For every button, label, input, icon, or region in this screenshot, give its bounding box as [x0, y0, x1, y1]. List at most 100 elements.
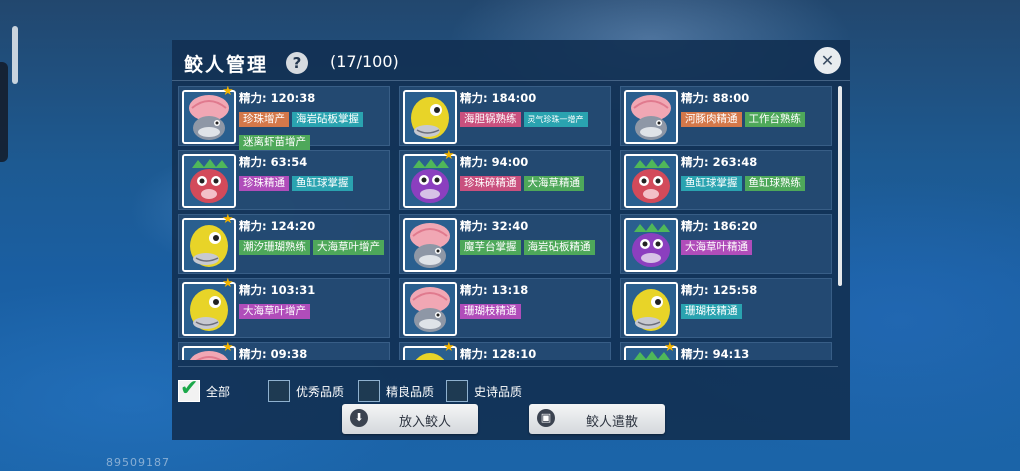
filter-checkbox[interactable]: ✔: [178, 376, 200, 402]
filter-label: 精良品质: [386, 385, 435, 399]
skill-tags: 魔芋台掌握 海岩砧板精通: [460, 235, 610, 258]
question-icon[interactable]: ?: [286, 52, 308, 74]
filter-label: 史诗品质: [474, 385, 523, 399]
star-icon: ★: [222, 86, 234, 99]
merfolk-avatar: [624, 282, 678, 336]
energy-value: 精力: 09:38: [239, 347, 308, 360]
skill-tag: 海岩砧板精通: [523, 240, 595, 255]
skill-tags: 河豚肉精通 工作台熟练: [681, 107, 831, 130]
energy-value: 精力: 94:13: [681, 347, 750, 360]
skill-tags: 潮汐珊瑚熟练 大海草叶增产: [239, 235, 389, 258]
merfolk-card[interactable]: 精力: 263:48 鱼缸球掌握 鱼缸球熟练: [620, 150, 832, 210]
merfolk-card[interactable]: ★ 精力: 94:00 珍珠碎精通 大海草精通: [399, 149, 611, 210]
energy-value: 精力: 120:38: [239, 91, 316, 105]
merfolk-card[interactable]: 精力: 32:40 魔芋台掌握 海岩砧板精通: [399, 214, 611, 274]
energy-value: 精力: 88:00: [681, 91, 750, 105]
close-icon[interactable]: ✕: [814, 47, 841, 74]
merfolk-avatar: [624, 218, 678, 272]
energy-value: 精力: 125:58: [681, 283, 758, 297]
skill-tags: 海胆锅熟练 灵气珍珠一增产: [460, 107, 610, 130]
merfolk-avatar: [624, 154, 678, 208]
skill-tag: 海胆锅熟练: [460, 112, 521, 127]
star-icon: ★: [222, 212, 234, 227]
skill-tag: 大海草叶增产: [239, 304, 310, 319]
skill-tag: 大海草叶增产: [313, 240, 384, 255]
merfolk-grid: ★ 精力: 120:38 珍珠增产 海岩砧板掌握迷离虾苗增产 精力: 184:00 海胆锅…: [178, 86, 834, 360]
skill-tag: 大海草叶精通: [681, 240, 752, 255]
skill-tag: 工作台熟练: [744, 112, 805, 127]
dismiss-label: 鲛人遣散: [585, 415, 638, 430]
merfolk-card[interactable]: ★ 精力: 124:20 潮汐珊瑚熟练 大海草叶增产: [178, 212, 390, 274]
panel-header: 鲛人管理 ? (17/100) ✕: [172, 40, 850, 81]
energy-value: 精力: 263:48: [681, 155, 758, 169]
panel-title: 鲛人管理: [184, 54, 269, 76]
skill-tag: 河豚肉精通: [681, 112, 742, 127]
filter-label: 优秀品质: [296, 385, 345, 399]
merfolk-card[interactable]: 精力: 88:00 河豚肉精通 工作台熟练: [620, 86, 832, 146]
skill-tag: 灵气珍珠一增产: [523, 112, 588, 127]
merfolk-card[interactable]: 精力: 125:58 珊瑚枝精通: [620, 278, 832, 338]
merfolk-card[interactable]: 精力: 184:00 海胆锅熟练 灵气珍珠一增产: [399, 86, 611, 146]
merfolk-card[interactable]: ★ 精力: 94:13: [620, 341, 832, 360]
skill-tag: 珊瑚枝精通: [681, 304, 742, 319]
skill-tag: 鱼缸球熟练: [744, 176, 805, 191]
merfolk-avatar: [403, 282, 457, 336]
skill-tags: 珊瑚枝精通: [681, 299, 831, 322]
skill-tag: 潮汐珊瑚熟练: [239, 240, 310, 255]
skill-tags: 珍珠增产 海岩砧板掌握迷离虾苗增产: [239, 107, 389, 153]
energy-value: 精力: 13:18: [460, 283, 529, 297]
skill-tags: 珊瑚枝精通: [460, 299, 610, 322]
put-in-button[interactable]: ⬇ 放入鲛人: [342, 404, 478, 434]
star-icon: ★: [222, 276, 234, 291]
put-in-label: 放入鲛人: [398, 415, 451, 430]
grid-scrollbar[interactable]: [838, 86, 842, 286]
energy-value: 精力: 186:20: [681, 219, 758, 233]
skill-tags: 珍珠碎精通 大海草精通: [460, 171, 610, 194]
merfolk-avatar: [403, 218, 457, 272]
energy-value: 精力: 128:10: [460, 347, 537, 360]
download-icon: ⬇: [350, 409, 368, 427]
energy-value: 精力: 124:20: [239, 219, 316, 233]
skill-tag: 珍珠精通: [239, 176, 289, 191]
player-id: 89509187: [106, 456, 170, 469]
energy-value: 精力: 63:54: [239, 155, 308, 169]
merfolk-card[interactable]: ★ 精力: 09:38: [178, 340, 390, 360]
merfolk-avatar: [624, 90, 678, 144]
skill-tags: 大海草叶增产: [239, 299, 389, 322]
skill-tag: 鱼缸球掌握: [292, 176, 353, 191]
dismiss-button[interactable]: ▣ 鲛人遣散: [529, 404, 665, 434]
merfolk-card[interactable]: 精力: 13:18 珊瑚枝精通: [399, 278, 611, 338]
energy-value: 精力: 94:00: [460, 155, 529, 169]
merfolk-card[interactable]: ★ 精力: 103:31 大海草叶增产: [178, 276, 390, 338]
side-notch: [0, 62, 8, 162]
filter-checkbox[interactable]: [268, 380, 290, 402]
merfolk-card[interactable]: ★ 精力: 120:38 珍珠增产 海岩砧板掌握迷离虾苗增产: [178, 86, 390, 150]
filter-checkbox[interactable]: [358, 380, 380, 402]
box-icon: ▣: [537, 409, 555, 427]
merfolk-card[interactable]: 精力: 186:20 大海草叶精通: [620, 214, 832, 274]
skill-tag: 鱼缸球掌握: [681, 176, 742, 191]
skill-tag: 魔芋台掌握: [460, 240, 521, 255]
merfolk-avatar: [182, 154, 236, 208]
merfolk-panel: 鲛人管理 ? (17/100) ✕ ★ 精力: 120:38 珍珠增产 海岩砧板掌握迷…: [172, 40, 850, 440]
skill-tag: 大海草精通: [523, 176, 584, 191]
quality-filters: ✔ 全部 优秀品质 精良品质 史诗品质: [178, 366, 838, 402]
star-icon: ★: [443, 340, 455, 355]
filter-checkbox[interactable]: [446, 380, 468, 402]
skill-tags: 鱼缸球掌握 鱼缸球熟练: [681, 171, 831, 194]
merfolk-avatar: [403, 90, 457, 144]
skill-tags: 大海草叶精通: [681, 235, 831, 258]
skill-tag: 珍珠碎精通: [460, 176, 521, 191]
skill-tag: 海岩砧板掌握: [292, 112, 363, 127]
merfolk-count: (17/100): [330, 52, 399, 71]
star-icon: ★: [222, 340, 234, 355]
skill-tag: 珍珠增产: [239, 112, 289, 127]
merfolk-card[interactable]: 精力: 63:54 珍珠精通 鱼缸球掌握: [178, 150, 390, 210]
energy-value: 精力: 103:31: [239, 283, 316, 297]
filter-label: 全部: [206, 385, 231, 399]
check-icon: ✔: [180, 376, 199, 401]
skill-tag: 珊瑚枝精通: [460, 304, 521, 319]
energy-value: 精力: 184:00: [460, 91, 537, 105]
side-handle[interactable]: [12, 26, 18, 84]
merfolk-card[interactable]: ★ 精力: 128:10: [399, 340, 611, 360]
